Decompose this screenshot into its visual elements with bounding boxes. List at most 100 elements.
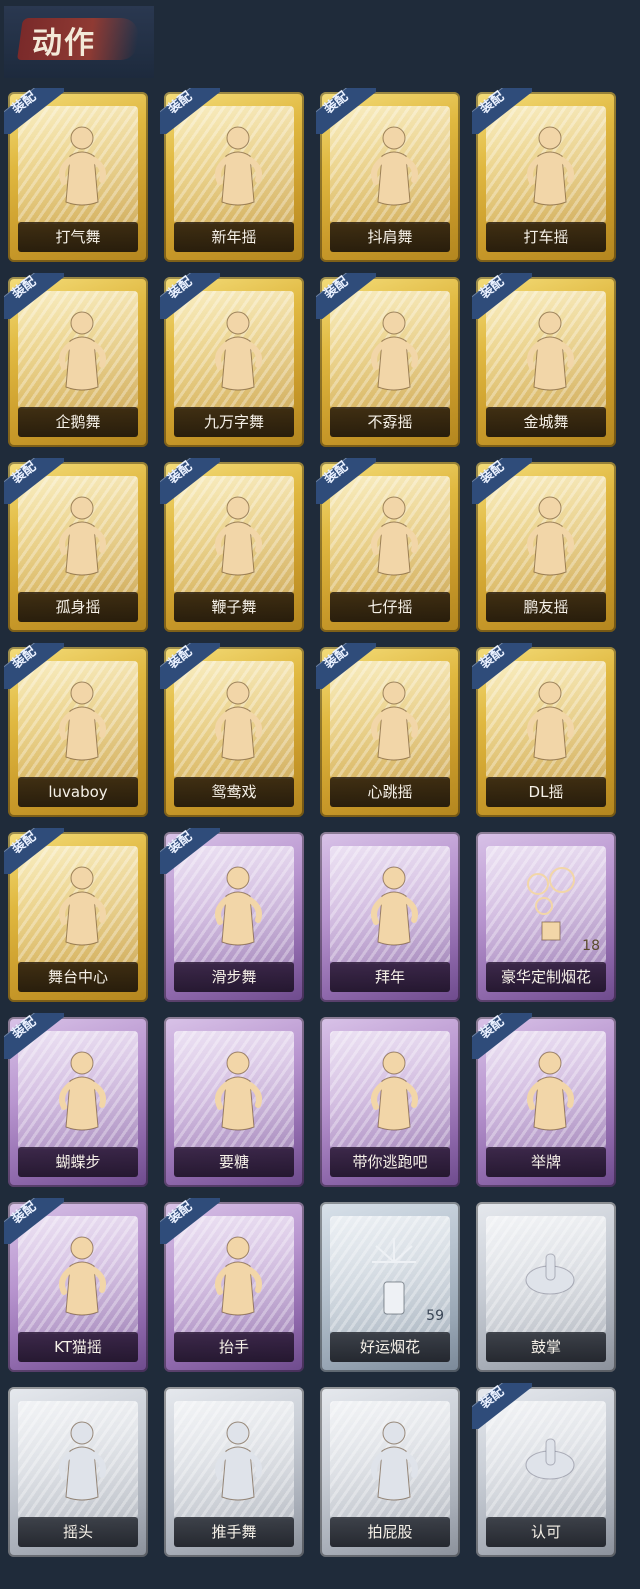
action-card[interactable]: 不孬摇 装配 — [316, 273, 464, 451]
equipped-tag: 装配 — [160, 273, 220, 319]
card-label: 摇头 — [62, 1523, 93, 1541]
card-label-bar: 抬手 — [174, 1332, 294, 1362]
action-card[interactable]: 抬手 装配 — [160, 1198, 308, 1376]
dance-figure-icon — [208, 122, 268, 212]
action-card[interactable]: 带你逃跑吧 — [316, 1013, 464, 1191]
equipped-tag: 装配 — [472, 458, 532, 504]
action-card[interactable]: 金城舞 装配 — [472, 273, 620, 451]
action-card[interactable]: 59 好运烟花 — [316, 1198, 464, 1376]
card-label-bar: 抖肩舞 — [330, 222, 450, 252]
clap-hands-icon — [520, 1232, 580, 1322]
action-card[interactable]: KT猫摇 装配 — [4, 1198, 152, 1376]
action-card[interactable]: 推手舞 — [160, 1383, 308, 1561]
equipped-tag: 装配 — [316, 458, 376, 504]
bend-figure-icon — [364, 1417, 424, 1507]
action-card[interactable]: 鞭子舞 装配 — [160, 458, 308, 636]
card-label-bar: luvaboy — [18, 777, 138, 807]
card-frame: 18 豪华定制烟花 — [476, 832, 616, 1002]
reach-figure-icon — [208, 1232, 268, 1322]
card-label: 抖肩舞 — [367, 228, 413, 246]
equipped-tag: 装配 — [160, 1198, 220, 1244]
card-label-bar: 摇头 — [18, 1517, 138, 1547]
card-label: 孤身摇 — [55, 598, 101, 616]
action-card[interactable]: 新年摇 装配 — [160, 88, 308, 266]
card-label-bar: 打气舞 — [18, 222, 138, 252]
action-card[interactable]: 鹏友摇 装配 — [472, 458, 620, 636]
equipped-tag: 装配 — [472, 1013, 532, 1059]
card-label-bar: 企鹅舞 — [18, 407, 138, 437]
dance-figure-icon — [520, 122, 580, 212]
dance-figure-icon — [520, 307, 580, 397]
card-label-bar: 七仔摇 — [330, 592, 450, 622]
dance-figure-icon — [208, 677, 268, 767]
dance-figure-icon — [52, 1232, 112, 1322]
action-card[interactable]: 企鹅舞 装配 — [4, 273, 152, 451]
action-card[interactable]: 滑步舞 装配 — [160, 828, 308, 1006]
dance-figure-icon — [52, 1047, 112, 1137]
card-label: 要糖 — [218, 1153, 249, 1171]
equipped-tag: 装配 — [316, 643, 376, 689]
card-label-bar: 推手舞 — [174, 1517, 294, 1547]
equipped-tag: 装配 — [472, 273, 532, 319]
equipped-tag: 装配 — [160, 828, 220, 874]
action-card[interactable]: 舞台中心 装配 — [4, 828, 152, 1006]
action-card[interactable]: 打车摇 装配 — [472, 88, 620, 266]
item-count: 18 — [582, 938, 600, 954]
card-label-bar: 蝴蝶步 — [18, 1147, 138, 1177]
firework-tube-icon — [364, 1232, 424, 1322]
dance-figure-icon — [364, 492, 424, 582]
action-card[interactable]: 鼓掌 — [472, 1198, 620, 1376]
action-card[interactable]: 举牌 装配 — [472, 1013, 620, 1191]
card-label-bar: 舞台中心 — [18, 962, 138, 992]
card-label-bar: 滑步舞 — [174, 962, 294, 992]
card-label: 豪华定制烟花 — [500, 968, 591, 986]
action-card[interactable]: 七仔摇 装配 — [316, 458, 464, 636]
action-card[interactable]: DL摇 装配 — [472, 643, 620, 821]
action-card[interactable]: 拜年 — [316, 828, 464, 1006]
action-card[interactable]: 蝴蝶步 装配 — [4, 1013, 152, 1191]
action-card[interactable]: 打气舞 装配 — [4, 88, 152, 266]
action-card[interactable]: 孤身摇 装配 — [4, 458, 152, 636]
card-label-bar: 九万字舞 — [174, 407, 294, 437]
card-frame: 拍屁股 — [320, 1387, 460, 1557]
card-label-bar: 举牌 — [486, 1147, 606, 1177]
action-card[interactable]: 18 豪华定制烟花 — [472, 828, 620, 1006]
card-label-bar: 打车摇 — [486, 222, 606, 252]
card-label: 带你逃跑吧 — [352, 1153, 428, 1171]
action-card[interactable]: 认可 装配 — [472, 1383, 620, 1561]
dance-figure-icon — [364, 122, 424, 212]
card-label: 拜年 — [374, 968, 405, 986]
action-card[interactable]: 要糖 — [160, 1013, 308, 1191]
card-frame: 要糖 — [164, 1017, 304, 1187]
card-frame: 拜年 — [320, 832, 460, 1002]
dance-figure-icon — [52, 307, 112, 397]
card-label-bar: KT猫摇 — [18, 1332, 138, 1362]
card-frame: 鼓掌 — [476, 1202, 616, 1372]
equipped-tag: 装配 — [472, 88, 532, 134]
action-card[interactable]: 拍屁股 — [316, 1383, 464, 1561]
card-label: 鞭子舞 — [211, 598, 257, 616]
dance-figure-icon — [364, 307, 424, 397]
dance-figure-icon — [52, 677, 112, 767]
action-card[interactable]: 摇头 — [4, 1383, 152, 1561]
card-label: 推手舞 — [211, 1523, 257, 1541]
card-label: 七仔摇 — [367, 598, 413, 616]
action-card[interactable]: 心跳摇 装配 — [316, 643, 464, 821]
dance-figure-icon — [520, 492, 580, 582]
card-label: 抬手 — [218, 1338, 249, 1356]
dance-figure-icon — [52, 492, 112, 582]
equipped-tag: 装配 — [316, 273, 376, 319]
equipped-tag: 装配 — [4, 1013, 64, 1059]
card-label: 认可 — [530, 1523, 561, 1541]
action-card[interactable]: luvaboy 装配 — [4, 643, 152, 821]
dance-figure-icon — [208, 307, 268, 397]
action-card[interactable]: 鸳鸯戏 装配 — [160, 643, 308, 821]
equipped-tag: 装配 — [160, 643, 220, 689]
dance-figure-icon — [364, 1047, 424, 1137]
action-card[interactable]: 九万字舞 装配 — [160, 273, 308, 451]
card-label: KT猫摇 — [54, 1338, 102, 1356]
action-card[interactable]: 抖肩舞 装配 — [316, 88, 464, 266]
equipped-tag: 装配 — [472, 643, 532, 689]
card-label-bar: 要糖 — [174, 1147, 294, 1177]
card-label: 举牌 — [530, 1153, 561, 1171]
